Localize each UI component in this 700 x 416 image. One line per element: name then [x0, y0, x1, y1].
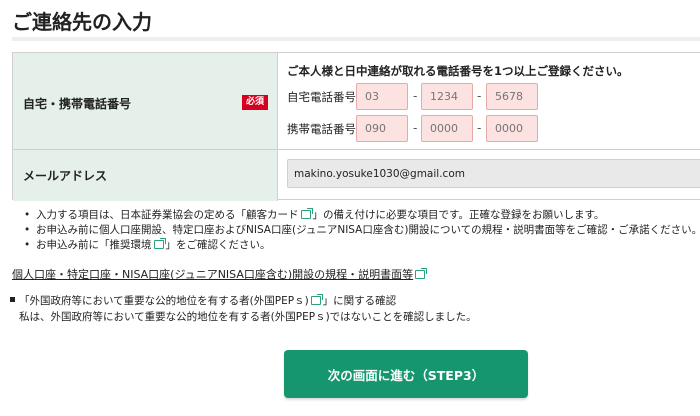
title-divider: [12, 37, 700, 41]
phone-label: 自宅・携帯電話番号: [23, 97, 132, 111]
home-phone-number-input[interactable]: [486, 83, 538, 110]
phone-label-cell: 自宅・携帯電話番号 必須: [13, 53, 278, 149]
email-row: メールアドレス: [13, 150, 700, 201]
phone-row: 自宅・携帯電話番号 必須 ご本人様と日中連絡が取れる電話番号を1つ以上ご登録くだ…: [13, 53, 700, 150]
note-text: お申込み前に「推奨環境: [36, 239, 152, 251]
separator: -: [413, 89, 418, 103]
pep-heading-text: 」に関する確認: [322, 295, 397, 307]
list-item: 入力する項目は、日本証券業協会の定める「顧客カード 」の備え付けに必要な項目です。…: [24, 208, 700, 223]
mobile-phone-row: 携帯電話番号 - -: [287, 115, 700, 143]
external-link-icon[interactable]: [153, 238, 166, 249]
pep-heading: 「外国政府等において重要な公的地位を有する者(外国PEPｓ) 」に関する確認: [10, 293, 477, 309]
home-phone-label: 自宅電話番号: [287, 90, 356, 104]
next-step-button[interactable]: 次の画面に進む（STEP3）: [284, 350, 528, 398]
external-link-icon[interactable]: [310, 294, 323, 305]
home-phone-area-input[interactable]: [356, 83, 408, 110]
email-value-cell: [279, 150, 700, 201]
email-label: メールアドレス: [23, 169, 108, 183]
required-badge: 必須: [242, 95, 269, 110]
home-phone-row: 自宅電話番号 - -: [287, 83, 700, 111]
mobile-phone-number-input[interactable]: [486, 115, 538, 142]
phone-note: ご本人様と日中連絡が取れる電話番号を1つ以上ご登録ください。: [287, 64, 629, 78]
separator: -: [413, 121, 418, 135]
pep-heading-text: 「外国政府等において重要な公的地位を有する者(外国PEPｓ): [19, 295, 309, 307]
phone-value-cell: ご本人様と日中連絡が取れる電話番号を1つ以上ご登録ください。 自宅電話番号 - …: [279, 53, 700, 149]
home-phone-exchange-input[interactable]: [421, 83, 473, 110]
rules-documents-link[interactable]: 個人口座・特定口座・NISA口座(ジュニアNISA口座含む)開設の規程・説明書面…: [12, 266, 428, 282]
external-link-icon[interactable]: [415, 268, 428, 279]
external-link-icon[interactable]: [300, 208, 313, 219]
list-item: お申込み前に個人口座開設、特定口座およびNISA口座(ジュニアNISA口座含む)…: [24, 223, 700, 238]
notes-list: 入力する項目は、日本証券業協会の定める「顧客カード 」の備え付けに必要な項目です。…: [24, 208, 700, 253]
pep-statement: 私は、外国政府等において重要な公的地位を有する者(外国PEPｓ)ではないことを確…: [19, 311, 477, 323]
separator: -: [477, 121, 482, 135]
email-label-cell: メールアドレス: [13, 150, 278, 201]
pep-confirmation: 「外国政府等において重要な公的地位を有する者(外国PEPｓ) 」に関する確認 私は…: [10, 293, 477, 325]
note-text: 」をご確認ください。: [165, 239, 271, 251]
list-item: お申込み前に「推奨環境 」をご確認ください。: [24, 238, 700, 253]
mobile-phone-exchange-input[interactable]: [421, 115, 473, 142]
contact-form-table: 自宅・携帯電話番号 必須 ご本人様と日中連絡が取れる電話番号を1つ以上ご登録くだ…: [12, 52, 700, 201]
separator: -: [477, 89, 482, 103]
note-text: 入力する項目は、日本証券業協会の定める「顧客カード: [36, 209, 299, 221]
mobile-phone-area-input[interactable]: [356, 115, 408, 142]
mobile-phone-label: 携帯電話番号: [287, 122, 356, 136]
note-text: お申込み前に個人口座開設、特定口座およびNISA口座(ジュニアNISA口座含む)…: [36, 224, 700, 236]
email-field[interactable]: [287, 159, 700, 188]
square-bullet-icon: [10, 297, 15, 302]
note-text: 」の備え付けに必要な項目です。正確な登録をお願いします。: [312, 209, 605, 221]
rules-link-text[interactable]: 個人口座・特定口座・NISA口座(ジュニアNISA口座含む)開設の規程・説明書面…: [12, 268, 413, 281]
page-title: ご連絡先の入力: [12, 10, 152, 34]
